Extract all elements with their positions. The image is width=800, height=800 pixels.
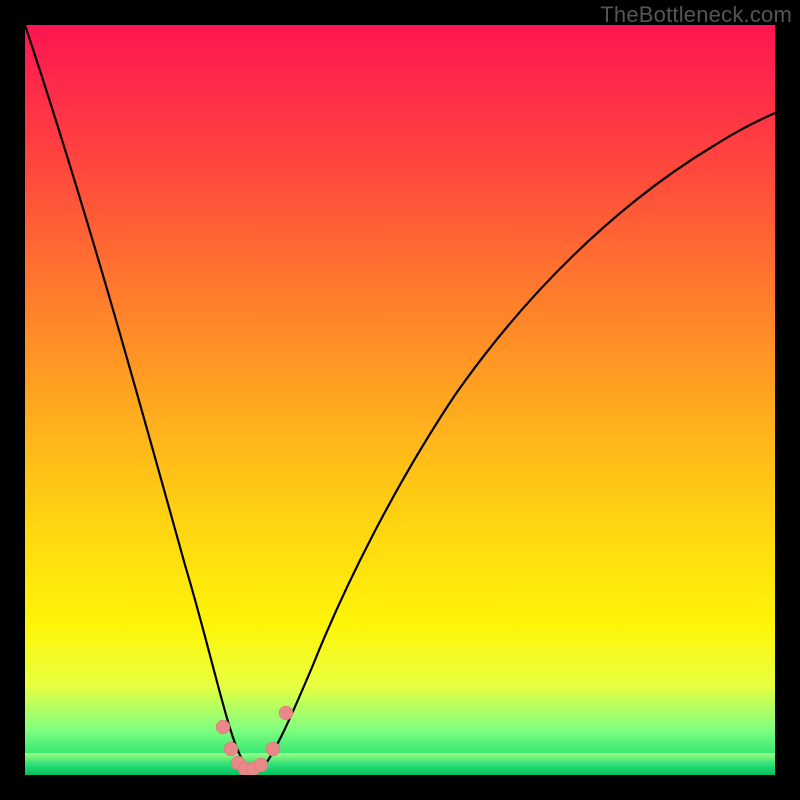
marker-dot (216, 720, 230, 734)
bottleneck-curve (25, 25, 775, 771)
marker-dot (279, 706, 293, 720)
plot-area (25, 25, 775, 775)
marker-dot (266, 742, 280, 756)
curve-layer (25, 25, 775, 775)
watermark-text: TheBottleneck.com (600, 2, 792, 28)
marker-dot (224, 742, 238, 756)
chart-canvas: TheBottleneck.com (0, 0, 800, 800)
marker-dot (254, 758, 268, 772)
